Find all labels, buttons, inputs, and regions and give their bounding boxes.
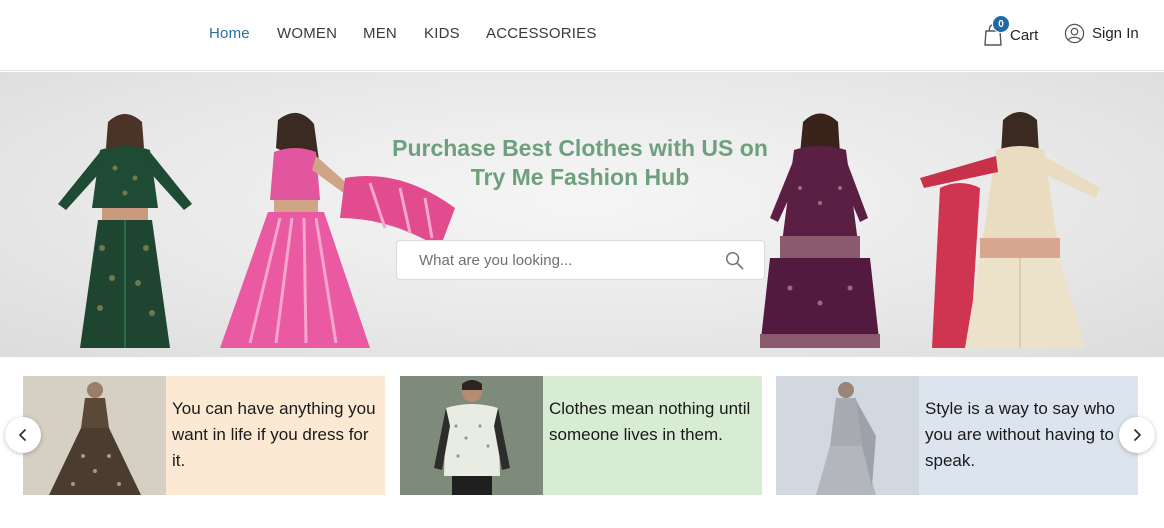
hero-title: Purchase Best Clothes with US on Try Me …	[340, 134, 820, 192]
quote-card[interactable]: Clothes mean nothing until someone lives…	[400, 376, 762, 495]
carousel-next-button[interactable]	[1119, 417, 1155, 453]
card-photo-man-jacket	[400, 376, 543, 495]
chevron-left-icon	[19, 429, 26, 441]
nav-accessories-link[interactable]: ACCESSORIES	[486, 25, 597, 42]
quote-card[interactable]: You can have anything you want in life i…	[23, 376, 385, 495]
model-green-outfit-image	[58, 114, 192, 348]
card-photo-lehenga	[23, 376, 166, 495]
cart-button[interactable]: 0 Cart	[983, 15, 1039, 48]
hero-banner: Purchase Best Clothes with US on Try Me …	[0, 72, 1164, 357]
card-quote-text: You can have anything you want in life i…	[172, 399, 376, 470]
carousel-prev-button[interactable]	[5, 417, 41, 453]
quote-card[interactable]: Style is a way to say who you are withou…	[776, 376, 1138, 495]
sign-in-label: Sign In	[1092, 25, 1139, 42]
nav-men-link[interactable]: MEN	[363, 25, 397, 42]
card-quote-text: Clothes mean nothing until someone lives…	[549, 399, 751, 444]
hero-title-line1: Purchase Best Clothes with US on	[392, 135, 768, 161]
nav-kids-link[interactable]: KIDS	[424, 25, 460, 42]
search-bar	[396, 240, 765, 280]
nav-women-link[interactable]: WOMEN	[277, 25, 337, 42]
nav-home-link[interactable]: Home	[209, 25, 250, 42]
card-photo-grey-suit	[776, 376, 919, 495]
site-header: Home WOMEN MEN KIDS ACCESSORIES 0 Cart S…	[0, 0, 1164, 71]
card-quote-text: Style is a way to say who you are withou…	[925, 399, 1115, 470]
search-icon[interactable]	[725, 251, 744, 270]
user-circle-icon	[1064, 23, 1085, 44]
cart-count-badge: 0	[992, 15, 1010, 33]
model-cream-outfit-image	[920, 112, 1100, 348]
cart-label: Cart	[1010, 26, 1039, 44]
hero-title-line2: Try Me Fashion Hub	[470, 164, 690, 190]
search-input[interactable]	[419, 251, 709, 269]
sign-in-button[interactable]: Sign In	[1064, 23, 1139, 44]
chevron-right-icon	[1134, 429, 1141, 441]
quote-carousel: You can have anything you want in life i…	[0, 357, 1164, 528]
